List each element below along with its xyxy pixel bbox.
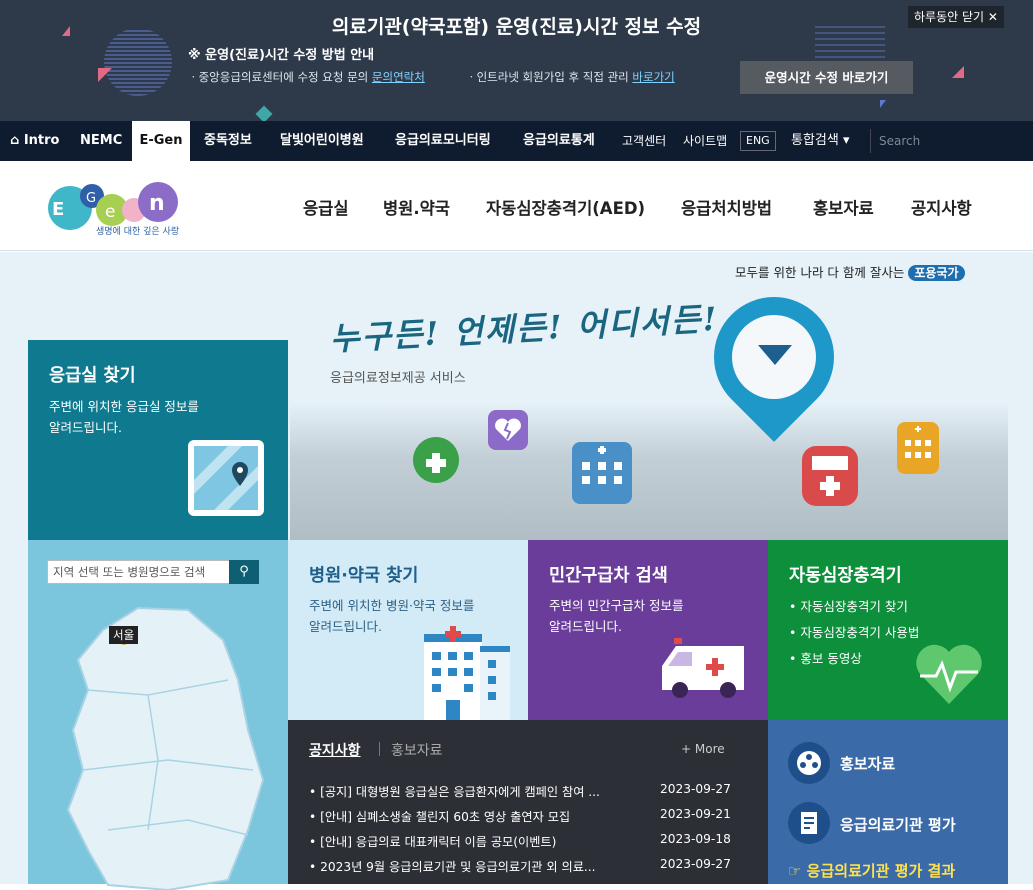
banner-subtitle: ※ 운영(진료)시간 수정 방법 안내 bbox=[188, 48, 375, 63]
slogan-badge: 포용국가 bbox=[908, 265, 965, 281]
banner-title: 의료기관(약국포함) 운영(진료)시간 정보 수정 bbox=[331, 16, 702, 38]
ambulance-search-card[interactable]: 민간구급차 검색 주변의 민간구급차 정보를 알려드립니다. bbox=[528, 540, 768, 720]
hospital-building-icon bbox=[572, 442, 632, 504]
main-content: 모두를 위한 나라 다 함께 잘사는 포용국가 누구든! 언제든! 어디서든! 응… bbox=[0, 252, 1033, 890]
aed-card: 자동심장충격기 • 자동심장충격기 찾기 • 자동심장충격기 사용법 • 홍보 … bbox=[768, 540, 1008, 720]
notice-date: 2023-09-21 bbox=[660, 807, 731, 821]
nav-poison[interactable]: 중독정보 bbox=[204, 121, 252, 161]
banner-line-2-text: ㆍ인트라넷 회원가입 후 직접 관리 bbox=[466, 70, 629, 84]
notice-date: 2023-09-27 bbox=[660, 782, 731, 796]
evaluation-document-icon bbox=[788, 802, 830, 844]
nav-nemc[interactable]: NEMC bbox=[80, 121, 122, 161]
svg-text:n: n bbox=[149, 191, 165, 216]
intranet-link[interactable]: 바로가기 bbox=[632, 70, 674, 84]
banner-line-2: ㆍ인트라넷 회원가입 후 직접 관리 바로가기 bbox=[466, 69, 675, 85]
tab-divider bbox=[379, 742, 380, 756]
notice-row[interactable]: • [안내] 응급의료 대표캐릭터 이름 공모(이벤트) 2023-09-18 bbox=[309, 832, 749, 850]
svg-text:e: e bbox=[105, 202, 115, 222]
top-banner: 의료기관(약국포함) 운영(진료)시간 정보 수정 ※ 운영(진료)시간 수정 … bbox=[0, 0, 1033, 121]
nav-customer-center[interactable]: 고객센터 bbox=[622, 121, 666, 161]
nav-statistics[interactable]: 응급의료통계 bbox=[523, 121, 595, 161]
tab-notice[interactable]: 공지사항 bbox=[309, 740, 361, 760]
menu-aed[interactable]: 자동심장충격기(AED) bbox=[486, 195, 645, 219]
map-search-input[interactable]: 지역 선택 또는 병원명으로 검색 bbox=[47, 560, 259, 584]
menu-notice[interactable]: 공지사항 bbox=[911, 195, 972, 219]
search-icon[interactable]: ⚲ bbox=[229, 560, 259, 584]
hospital-building-icon bbox=[424, 626, 510, 720]
nav-egen[interactable]: E-Gen bbox=[132, 121, 190, 161]
menu-hospital-pharmacy[interactable]: 병원.약국 bbox=[383, 195, 450, 219]
global-nav: ⌂ Intro NEMC E-Gen 중독정보 달빛어린이병원 응급의료모니터링… bbox=[0, 121, 1033, 161]
search-input[interactable]: Search bbox=[870, 129, 1030, 153]
hero-title: 누구든! 언제든! 어디서든! bbox=[329, 299, 720, 358]
nav-intro[interactable]: ⌂ Intro bbox=[10, 121, 59, 161]
contact-link[interactable]: 문의연락처 bbox=[372, 70, 425, 84]
menu-first-aid[interactable]: 응급처치방법 bbox=[681, 195, 772, 219]
seoul-label[interactable]: 서울 bbox=[109, 626, 139, 644]
notice-date: 2023-09-27 bbox=[660, 857, 731, 871]
map-pin-icon bbox=[188, 440, 264, 516]
promo-materials-link[interactable]: 홍보자료 bbox=[840, 753, 895, 774]
nav-eng[interactable]: ENG bbox=[740, 131, 776, 151]
er-card-desc: 주변에 위치한 응급실 정보를 알려드립니다. bbox=[49, 399, 199, 435]
svg-text:G: G bbox=[86, 191, 96, 206]
notice-title[interactable]: • [공지] 대형병원 응급실은 응급환자에게 캠페인 참여 ... bbox=[309, 782, 649, 800]
hospital-card-title: 병원·약국 찾기 bbox=[309, 566, 419, 586]
ambulance-card-title: 민간구급차 검색 bbox=[549, 566, 668, 586]
ambulance-card-desc: 주변의 민간구급차 정보를 알려드립니다. bbox=[549, 598, 684, 634]
notice-title[interactable]: • [안내] 응급의료 대표캐릭터 이름 공모(이벤트) bbox=[309, 832, 649, 850]
slogan: 모두를 위한 나라 다 함께 잘사는 포용국가 bbox=[735, 262, 965, 281]
notice-date: 2023-09-18 bbox=[660, 832, 731, 846]
er-card-title: 응급실 찾기 bbox=[49, 366, 136, 386]
slogan-text: 모두를 위한 나라 다 함께 잘사는 bbox=[735, 265, 905, 280]
notice-row[interactable]: • [안내] 심폐소생술 챌린지 60초 영상 출연자 모집 2023-09-21 bbox=[309, 807, 749, 825]
film-reel-icon bbox=[788, 742, 830, 784]
edit-hours-button[interactable]: 운영시간 수정 바로가기 bbox=[740, 61, 913, 94]
notice-board: 공지사항 홍보자료 + More • [공지] 대형병원 응급실은 응급환자에게… bbox=[288, 720, 768, 884]
close-banner-button[interactable]: 하루동안 닫기 ✕ bbox=[908, 6, 1004, 28]
aed-card-title: 자동심장충격기 bbox=[789, 566, 902, 586]
aed-find-link[interactable]: • 자동심장충격기 찾기 bbox=[789, 596, 908, 617]
broken-heart-icon bbox=[488, 410, 528, 450]
decorative-square bbox=[255, 105, 273, 121]
banner-line-1: ㆍ중앙응급의료센터에 수정 요청 문의 문의연락처 bbox=[188, 69, 425, 85]
hero-subtitle: 응급의료정보제공 서비스 bbox=[330, 371, 466, 386]
menu-er[interactable]: 응급실 bbox=[303, 195, 349, 219]
decorative-triangle bbox=[880, 100, 886, 108]
hospital-search-card[interactable]: 병원·약국 찾기 주변에 위치한 병원·약국 정보를 알려드립니다. bbox=[288, 540, 528, 720]
nav-monitoring[interactable]: 응급의료모니터링 bbox=[395, 121, 491, 161]
notice-row[interactable]: • [공지] 대형병원 응급실은 응급환자에게 캠페인 참여 ... 2023-0… bbox=[309, 782, 749, 800]
evaluation-link[interactable]: 응급의료기관 평가 bbox=[840, 814, 956, 835]
banner-line-1-text: ㆍ중앙응급의료센터에 수정 요청 문의 bbox=[188, 70, 369, 84]
tab-promo[interactable]: 홍보자료 bbox=[391, 740, 443, 760]
nav-moonlight[interactable]: 달빛어린이병원 bbox=[280, 121, 364, 161]
promo-panel: 홍보자료 응급의료기관 평가 ☞ 응급의료기관 평가 결과 bbox=[768, 720, 1008, 884]
korea-map-shape[interactable] bbox=[48, 600, 268, 890]
ambulance-icon bbox=[802, 446, 858, 506]
notice-title[interactable]: • 2023년 9월 응급의료기관 및 응급의료기관 외 의료... bbox=[309, 857, 649, 875]
nav-sitemap[interactable]: 사이트맵 bbox=[683, 121, 727, 161]
notice-row[interactable]: • 2023년 9월 응급의료기관 및 응급의료기관 외 의료... 2023-0… bbox=[309, 857, 749, 875]
pharmacy-icon bbox=[413, 437, 459, 483]
ambulance-icon bbox=[662, 638, 744, 698]
logo-tagline: 생명에 대한 깊은 사랑 bbox=[96, 227, 180, 237]
site-header: E G e n 생명에 대한 깊은 사랑 응급실 병원.약국 자동심장충격기(A… bbox=[0, 161, 1033, 251]
notice-title[interactable]: • [안내] 심폐소생술 챌린지 60초 영상 출연자 모집 bbox=[309, 807, 649, 825]
korea-map: 지역 선택 또는 병원명으로 검색 ⚲ 서울 bbox=[28, 540, 288, 890]
evaluation-result-link[interactable]: ☞ 응급의료기관 평가 결과 bbox=[788, 860, 955, 881]
more-link[interactable]: + More bbox=[681, 742, 725, 756]
heart-pulse-icon bbox=[916, 644, 982, 704]
arrow-down-icon bbox=[758, 345, 792, 365]
svg-text:E: E bbox=[52, 199, 64, 220]
building-icon bbox=[897, 422, 939, 474]
er-search-card[interactable]: 응급실 찾기 주변에 위치한 응급실 정보를 알려드립니다. bbox=[28, 340, 288, 549]
decorative-triangle bbox=[98, 68, 112, 82]
menu-promo[interactable]: 홍보자료 bbox=[813, 195, 874, 219]
aed-video-link[interactable]: • 홍보 동영상 bbox=[789, 648, 862, 669]
decorative-triangle bbox=[952, 66, 964, 78]
search-scope-dropdown[interactable]: 통합검색 ▾ bbox=[791, 121, 850, 161]
aed-usage-link[interactable]: • 자동심장충격기 사용법 bbox=[789, 622, 919, 643]
